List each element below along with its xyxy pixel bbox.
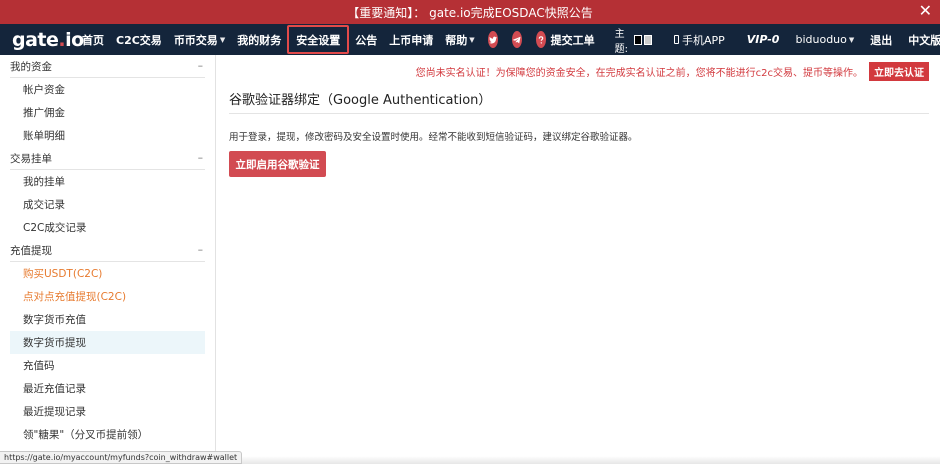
google-auth-description: 用于登录，提现，修改密码及安全设置时使用。经常不能收到短信验证码，建议绑定谷歌验…: [229, 132, 638, 143]
top-navbar: gate.io 首页 C2C交易 币币交易 ▼ 我的财务 安全设置 公告 上币申请…: [0, 24, 940, 55]
sidebar-item-recent-deposits[interactable]: 最近充值记录: [0, 377, 205, 400]
vip-level-badge[interactable]: VIP-0: [741, 24, 786, 55]
nav-home[interactable]: 首页: [76, 24, 110, 55]
sidebar-item-account-funds[interactable]: 帐户资金: [0, 78, 205, 101]
sidebar-item-bill-details[interactable]: 账单明细: [0, 124, 205, 147]
mobile-app-link[interactable]: 手机APP: [668, 24, 731, 55]
kyc-warning: 您尚未实名认证！为保障您的资金安全，在完成实名认证之前，您将不能进行c2c交易、…: [229, 55, 929, 88]
nav-my-finance[interactable]: 我的财务: [231, 24, 287, 55]
nav-c2c-trade[interactable]: C2C交易: [110, 24, 168, 55]
theme-dark-swatch[interactable]: [634, 34, 642, 45]
sidebar-item-deposit-code[interactable]: 充值码: [0, 354, 205, 377]
logout-link[interactable]: 退出: [864, 24, 898, 55]
sidebar-item-candy-airdrop[interactable]: 领"糖果"（分叉币提前领）: [0, 423, 205, 446]
chevron-down-icon: ▼: [469, 35, 475, 44]
phone-icon: [673, 35, 679, 44]
nav-security-settings[interactable]: 安全设置: [287, 25, 350, 54]
chevron-down-icon: ▼: [848, 35, 855, 44]
kyc-warning-text: 您尚未实名认证！为保障您的资金安全，在完成实名认证之前，您将不能进行c2c交易、…: [415, 68, 863, 79]
sidebar-item-trade-history[interactable]: 成交记录: [0, 193, 205, 216]
notice-text[interactable]: 【重要通知】： gate.io完成EOSDAC快照公告: [347, 4, 592, 21]
page-title: 谷歌验证器绑定（Google Authentication）: [229, 88, 929, 114]
sidebar-item-p2p-deposit-withdraw[interactable]: 点对点充值提现(C2C): [0, 285, 205, 308]
chevron-down-icon: ▼: [219, 35, 226, 44]
bottom-shadow: [216, 456, 940, 464]
sidebar-item-recent-withdrawals[interactable]: 最近提现记录: [0, 400, 205, 423]
enable-google-auth-button[interactable]: 立即启用谷歌验证: [229, 151, 326, 177]
sidebar-item-c2c-trade-history[interactable]: C2C成交记录: [0, 216, 205, 239]
notice-bar[interactable]: 【重要通知】： gate.io完成EOSDAC快照公告 ✕: [0, 0, 940, 24]
sidebar-item-referral-commission[interactable]: 推广佣金: [0, 101, 205, 124]
sidebar-item-my-orders[interactable]: 我的挂单: [0, 170, 205, 193]
collapse-icon[interactable]: –: [198, 60, 205, 72]
verify-now-button[interactable]: 立即去认证: [869, 62, 929, 81]
sidebar-item-crypto-deposit[interactable]: 数字货币充值: [0, 308, 205, 331]
nav-coin-trade[interactable]: 币币交易 ▼: [168, 24, 231, 55]
browser-status-url: https://gate.io/myaccount/myfunds?coin_w…: [0, 451, 243, 464]
collapse-icon[interactable]: –: [198, 152, 205, 164]
account-sidebar: 我的资金 – 帐户资金 推广佣金 账单明细 交易挂单 – 我的挂单 成交记录 C2C…: [0, 55, 216, 464]
sidebar-item-crypto-withdraw[interactable]: 数字货币提现: [10, 331, 205, 354]
language-selector[interactable]: 中文版▼: [902, 24, 940, 55]
telegram-icon[interactable]: [511, 31, 522, 48]
gate-io-logo[interactable]: gate.io: [0, 29, 84, 51]
sidebar-item-buy-usdt[interactable]: 购买USDT(C2C): [0, 262, 205, 285]
twitter-icon[interactable]: [487, 31, 498, 48]
help-question-icon[interactable]: [535, 31, 546, 48]
user-menu[interactable]: biduoduo ▼: [789, 24, 860, 55]
close-icon[interactable]: ✕: [919, 1, 932, 20]
sidebar-group-my-funds[interactable]: 我的资金 –: [10, 55, 205, 78]
sidebar-group-deposit-withdraw[interactable]: 充值提现 –: [10, 239, 205, 262]
sidebar-group-orders[interactable]: 交易挂单 –: [10, 147, 205, 170]
theme-label: 主题:: [614, 28, 628, 55]
collapse-icon[interactable]: –: [198, 244, 205, 256]
nav-listing-application[interactable]: 上币申请: [383, 24, 439, 55]
nav-announcements[interactable]: 公告: [349, 24, 383, 55]
main-content: 您尚未实名认证！为保障您的资金安全，在完成实名认证之前，您将不能进行c2c交易、…: [229, 55, 929, 177]
nav-help[interactable]: 帮助 ▼: [439, 24, 480, 55]
theme-light-swatch[interactable]: [644, 34, 652, 45]
submit-ticket-link[interactable]: 提交工单: [549, 24, 601, 55]
